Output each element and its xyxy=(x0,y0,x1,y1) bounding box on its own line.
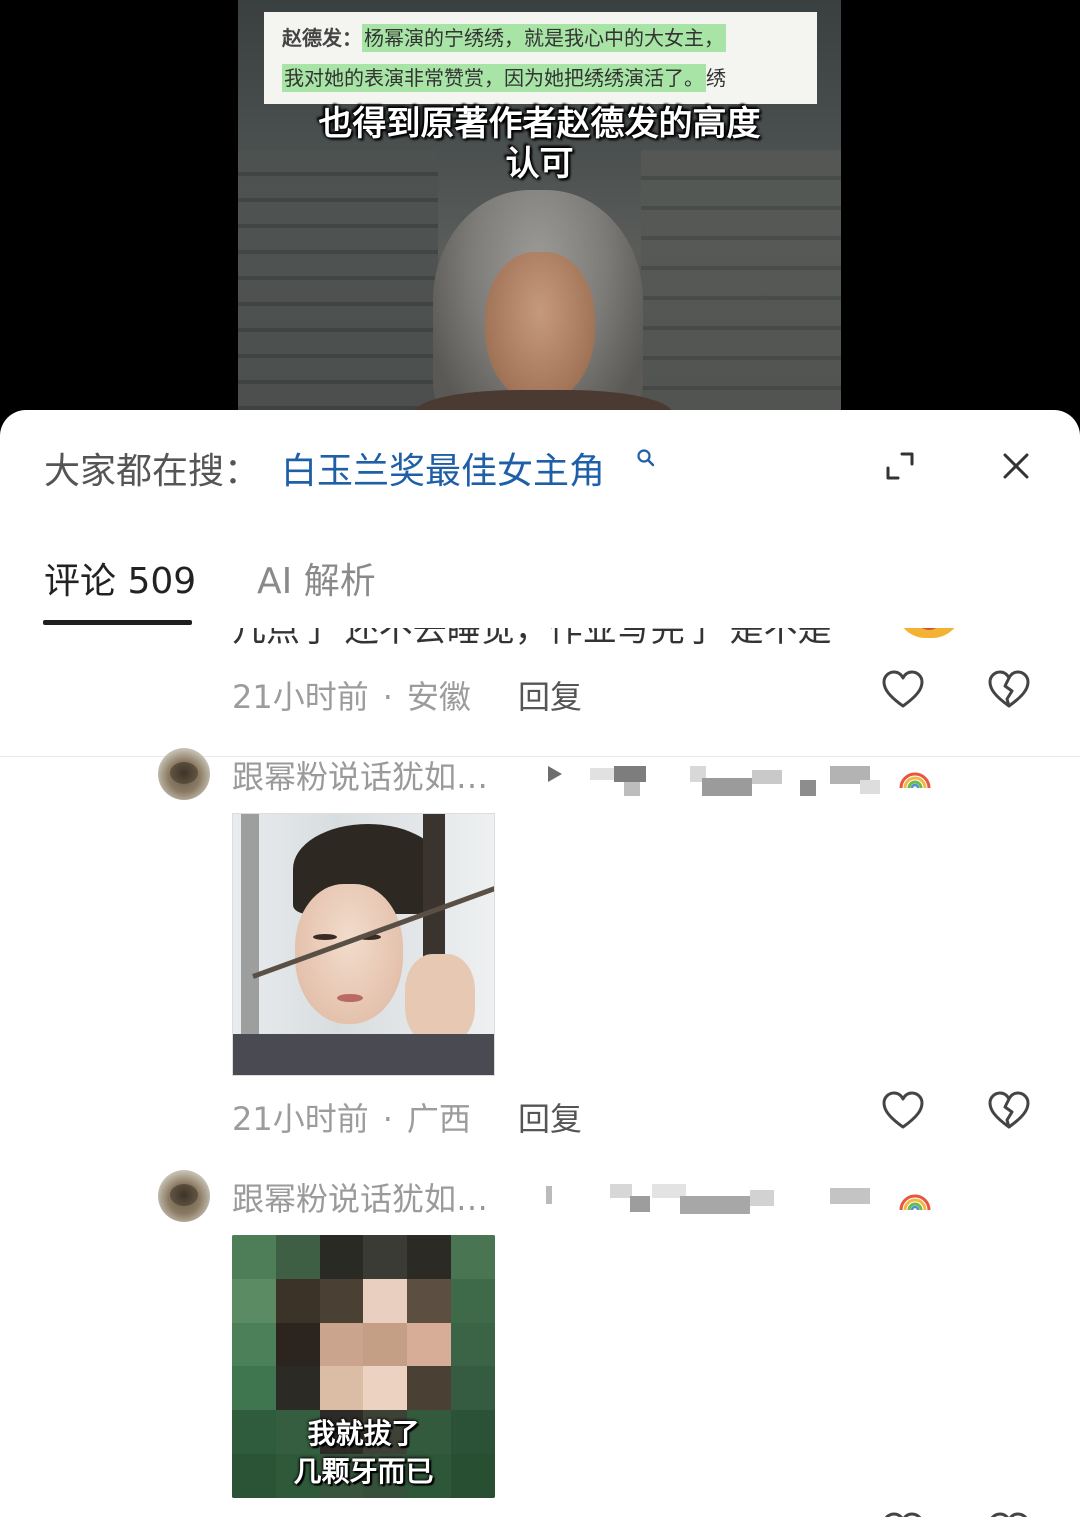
video-background-wall xyxy=(238,150,438,420)
rainbow-emoji-icon xyxy=(899,1194,931,1211)
comment-time: 21小时前 xyxy=(232,1100,369,1138)
quote-speaker: 赵德发： xyxy=(282,26,362,50)
comment-text-partial: 几点了 还不去睡觉，作业写完了 是不是 xyxy=(232,628,832,650)
comment-location: 安徽 xyxy=(406,678,471,716)
quote-caption-box: 赵德发： 杨幂演的宁绣绣，就是我心中的大女主， 我对她的表演非常赞赏，因为她把绣绣… xyxy=(264,12,817,104)
close-icon[interactable] xyxy=(998,448,1034,484)
comment-list[interactable]: 几点了 还不去睡觉，作业写完了 是不是 21小时前 · 安徽 回复 跟幂粉说话犹如… xyxy=(0,628,1080,1517)
trending-search-row: 大家都在搜： 白玉兰奖最佳女主角 xyxy=(0,410,1080,522)
comments-sheet: 大家都在搜： 白玉兰奖最佳女主角 评论 509 AI 解析 几点了 还不去睡觉，… xyxy=(0,410,1080,1517)
image-caption: 我就拔了 几颗牙而已 xyxy=(293,1417,434,1488)
tab-ai-analysis[interactable]: AI 解析 xyxy=(257,552,376,604)
comment-time: 21小时前 xyxy=(232,678,369,716)
avatar[interactable] xyxy=(158,1170,210,1222)
avatar[interactable] xyxy=(158,748,210,800)
broken-heart-dislike-icon[interactable] xyxy=(987,1091,1031,1131)
blurred-username xyxy=(540,1184,890,1224)
trending-search-prefix: 大家都在搜： xyxy=(44,451,261,492)
expand-icon[interactable] xyxy=(882,448,918,484)
reply-arrow-icon xyxy=(548,766,562,782)
reply-username[interactable]: 跟幂粉说话犹如… xyxy=(232,752,488,798)
video-background-wall xyxy=(641,150,841,420)
heart-like-icon[interactable] xyxy=(881,1512,925,1517)
reply-button[interactable]: 回复 xyxy=(518,672,582,718)
heart-like-icon[interactable] xyxy=(881,1091,925,1131)
blurred-username xyxy=(590,762,890,802)
search-icon[interactable] xyxy=(636,448,656,468)
reply-image-archer[interactable] xyxy=(232,813,495,1076)
quote-line-2: 我对她的表演非常赞赏，因为她把绣绣演活了。 xyxy=(282,64,706,92)
comment-tabs: 评论 509 AI 解析 xyxy=(0,540,1080,757)
broken-heart-dislike-icon[interactable] xyxy=(987,1512,1031,1517)
trending-search-link[interactable]: 白玉兰奖最佳女主角 xyxy=(281,442,605,494)
active-tab-indicator xyxy=(43,620,192,625)
video-player[interactable]: 赵德发： 杨幂演的宁绣绣，就是我心中的大女主， 我对她的表演非常赞赏，因为她把绣绣… xyxy=(0,0,1080,420)
tab-comments[interactable]: 评论 509 xyxy=(44,552,196,604)
video-subtitle: 也得到原著作者赵德发的高度 认可 xyxy=(238,104,841,184)
comment-location: 广西 xyxy=(406,1100,471,1138)
reply-button[interactable]: 回复 xyxy=(518,1094,582,1140)
comment-meta: 21小时前 · 安徽 xyxy=(232,678,471,716)
quote-line-1: 杨幂演的宁绣绣，就是我心中的大女主， xyxy=(362,24,726,52)
subtitle-line-2: 认可 xyxy=(505,144,574,184)
subtitle-line-1: 也得到原著作者赵德发的高度 xyxy=(318,104,761,144)
rainbow-emoji-icon xyxy=(899,772,931,789)
broken-heart-dislike-icon[interactable] xyxy=(987,670,1031,710)
comment-meta: 21小时前 · 广西 xyxy=(232,1100,471,1138)
heart-like-icon[interactable] xyxy=(881,670,925,710)
reply-image-pixelated[interactable]: 我就拔了 几颗牙而已 xyxy=(232,1235,495,1498)
reply-username[interactable]: 跟幂粉说话犹如… xyxy=(232,1174,488,1220)
quote-line-tail: 绣 xyxy=(706,66,726,90)
video-actress-figure xyxy=(413,190,673,420)
laughing-emoji-icon xyxy=(896,628,962,638)
